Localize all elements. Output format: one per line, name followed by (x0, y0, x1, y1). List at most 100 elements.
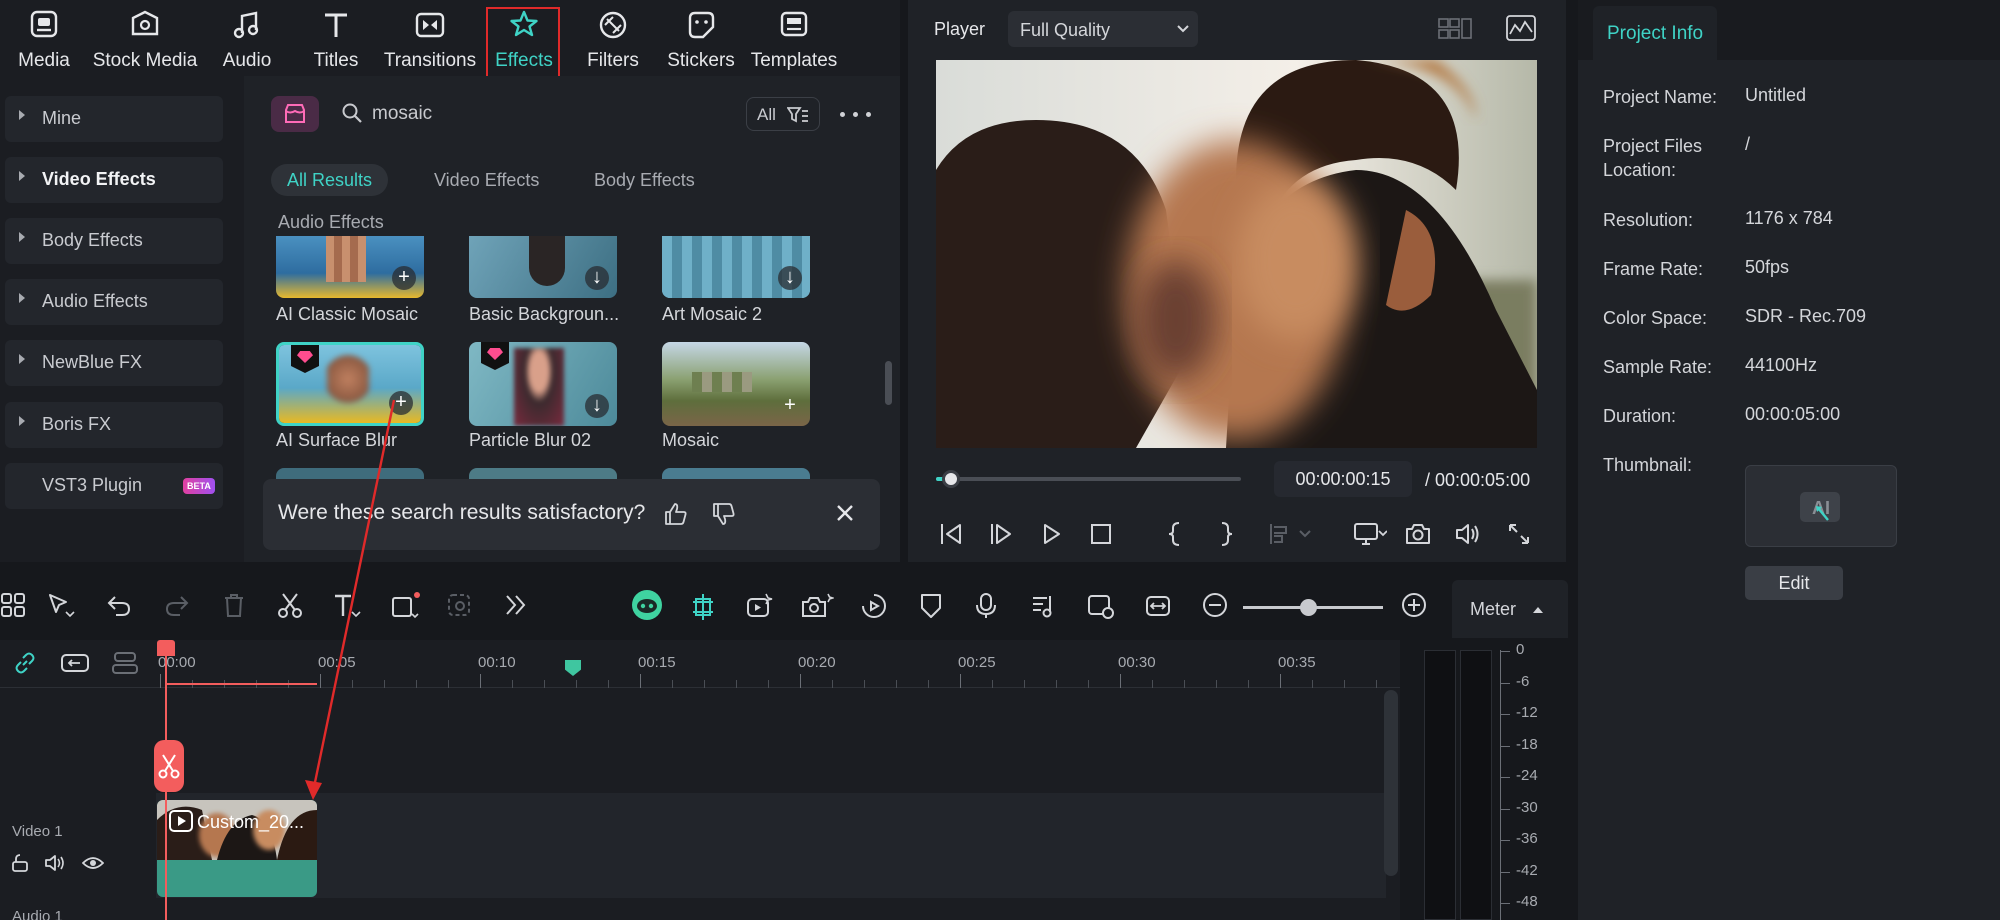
split-playhead-button[interactable] (154, 740, 184, 792)
fit-width-icon[interactable] (1144, 592, 1172, 620)
current-time[interactable]: 00:00:00:15 (1274, 461, 1412, 497)
next-frame-icon[interactable] (988, 521, 1014, 547)
visibility-eye-icon[interactable] (82, 853, 104, 873)
info-value: 50fps (1745, 257, 1790, 277)
grid-view-icon[interactable] (1438, 17, 1472, 41)
fullscreen-icon[interactable] (1506, 521, 1532, 547)
ruler-tick (800, 674, 801, 688)
play-icon[interactable] (1038, 521, 1064, 547)
video-track-1[interactable] (156, 793, 1386, 898)
progress-handle[interactable] (942, 470, 961, 488)
meter-header[interactable]: Meter (1452, 580, 1568, 638)
video-preview[interactable] (936, 60, 1537, 448)
edit-thumbnail-button[interactable]: Edit (1745, 566, 1843, 600)
effect-thumb-mosaic[interactable]: + (662, 342, 810, 426)
effect-thumb-ai-classic-mosaic[interactable]: + (276, 236, 424, 298)
download-effect-button[interactable]: ↓ (585, 266, 609, 290)
ruler-tick (1120, 674, 1121, 688)
audio-mix-icon[interactable] (1030, 592, 1058, 620)
add-effect-button[interactable]: + (389, 391, 413, 415)
marker-shield-icon[interactable] (918, 592, 944, 620)
effect-thumb-ai-surface-blur[interactable]: + (276, 342, 424, 426)
insert-options-icon (1270, 524, 1311, 544)
more-tools-chevron-icon[interactable] (504, 592, 528, 618)
previous-frame-icon[interactable] (938, 521, 964, 547)
playhead-handle[interactable] (157, 640, 175, 656)
ruler-tick (480, 674, 481, 688)
search-icon (342, 103, 362, 123)
info-value: 00:00:05:00 (1745, 404, 1841, 424)
effect-thumb-art-mosaic-2[interactable]: ↓ (662, 236, 810, 298)
info-value: 44100Hz (1745, 355, 1818, 375)
undo-icon[interactable] (106, 592, 132, 618)
close-icon[interactable] (833, 501, 857, 525)
ruler-tick (352, 680, 353, 688)
info-value: SDR - Rec.709 (1745, 306, 1867, 326)
stop-icon[interactable] (1088, 521, 1114, 547)
chip-audio-effects[interactable]: Audio Effects (262, 206, 400, 238)
zoom-out-icon[interactable] (1202, 592, 1228, 618)
chip-all-results[interactable]: All Results (271, 164, 389, 196)
category-body-effects[interactable]: Body Effects (5, 218, 223, 264)
category-boris-fx[interactable]: Boris FX (5, 402, 223, 448)
zoom-slider-handle[interactable] (1300, 599, 1317, 616)
mark-in-icon[interactable] (1166, 521, 1186, 547)
speed-ramp-icon[interactable] (860, 592, 888, 620)
filter-button[interactable]: All (746, 97, 820, 131)
tab-stock-media[interactable]: Stock Media (89, 0, 201, 76)
category-video-effects[interactable]: Video Effects (5, 157, 223, 203)
meter-label: Meter (1470, 599, 1517, 619)
more-options-button[interactable] (836, 102, 876, 126)
layout-grid-icon[interactable] (0, 592, 26, 618)
track-volume-icon[interactable] (44, 853, 66, 873)
microphone-icon[interactable] (974, 592, 998, 620)
scissors-split-icon[interactable] (276, 592, 304, 620)
category-newblue-fx[interactable]: NewBlue FX (5, 340, 223, 386)
track-headers (0, 689, 156, 920)
volume-icon[interactable] (1454, 521, 1482, 547)
chip-video-effects[interactable]: Video Effects (418, 164, 555, 196)
tab-label: Templates (750, 50, 838, 71)
keyframe-preview-icon[interactable] (1086, 592, 1116, 620)
ai-camera-icon[interactable] (800, 592, 834, 620)
effects-scrollbar[interactable] (885, 361, 892, 405)
meter-scale-label: -30 (1516, 798, 1538, 816)
text-tool-icon[interactable] (332, 592, 362, 620)
quality-select[interactable]: Full Quality (1008, 11, 1198, 47)
ruler-label: 00:30 (1118, 654, 1156, 671)
category-audio-effects[interactable]: Audio Effects (5, 279, 223, 325)
waveform-scope-icon[interactable] (1506, 15, 1536, 41)
video-clip[interactable]: Custom_20... (157, 800, 317, 897)
tab-templates[interactable]: Templates (738, 0, 850, 76)
mark-out-icon[interactable] (1215, 521, 1235, 547)
ai-copilot-icon[interactable] (630, 588, 664, 622)
add-effect-button[interactable]: + (392, 266, 416, 290)
snap-magnet-icon[interactable] (688, 592, 718, 622)
auto-highlight-icon[interactable] (744, 592, 774, 620)
ruler-tick (672, 680, 673, 688)
download-effect-button[interactable]: ↓ (778, 266, 802, 290)
effect-thumb-particle-blur-02[interactable]: ↓ (469, 342, 617, 426)
crop-shape-icon[interactable] (390, 592, 422, 620)
thumbs-down-icon[interactable] (711, 501, 737, 527)
empty-track-area[interactable] (156, 689, 1386, 793)
store-button[interactable] (271, 96, 319, 132)
effect-thumb-basic-background[interactable]: ↓ (469, 236, 617, 298)
add-effect-button[interactable]: + (778, 394, 802, 418)
tab-project-info[interactable]: Project Info (1593, 6, 1717, 60)
info-value: / (1745, 134, 1751, 154)
zoom-in-icon[interactable] (1401, 592, 1427, 618)
category-mine[interactable]: Mine (5, 96, 223, 142)
tab-media[interactable]: Media (0, 0, 100, 76)
select-cursor-icon[interactable] (46, 592, 76, 620)
snapshot-camera-icon[interactable] (1404, 521, 1432, 547)
display-monitor-icon[interactable] (1353, 521, 1387, 547)
progress-track[interactable] (936, 477, 1241, 481)
lock-icon[interactable] (10, 853, 30, 873)
chip-body-effects[interactable]: Body Effects (578, 164, 711, 196)
download-effect-button[interactable]: ↓ (585, 394, 609, 418)
thumbs-up-icon[interactable] (663, 501, 689, 527)
timeline-scrollbar[interactable] (1384, 690, 1398, 876)
category-vst3-plugin[interactable]: VST3 Plugin BETA (5, 463, 223, 509)
search-input[interactable] (372, 100, 672, 128)
